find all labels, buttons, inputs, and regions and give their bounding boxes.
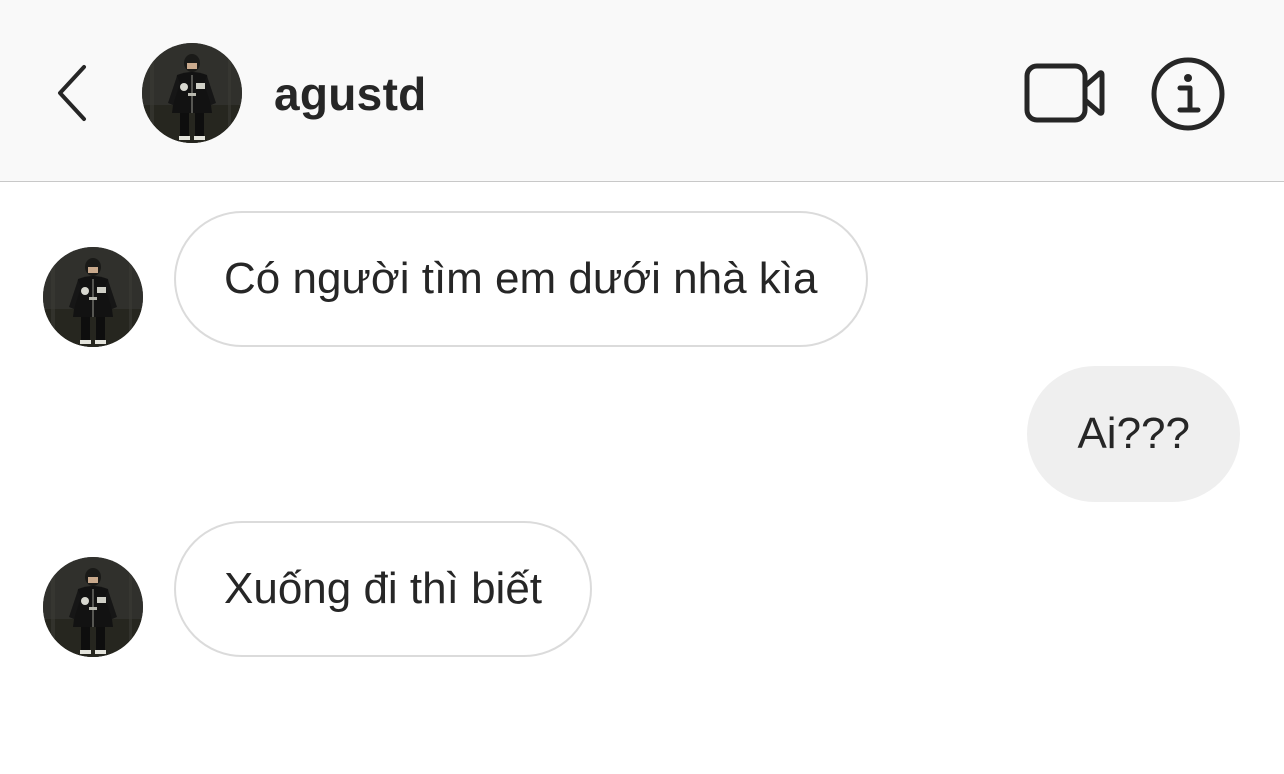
- video-call-button[interactable]: [1020, 56, 1110, 130]
- sender-avatar[interactable]: [43, 557, 143, 657]
- chevron-left-icon: [58, 65, 86, 121]
- received-message-bubble[interactable]: Xuống đi thì biết: [174, 521, 593, 657]
- header-avatar[interactable]: [142, 43, 242, 143]
- video-camera-icon: [1024, 63, 1105, 123]
- chat-header: agustd: [0, 0, 1284, 182]
- back-button[interactable]: [44, 58, 100, 128]
- received-message-bubble[interactable]: Có người tìm em dưới nhà kìa: [174, 211, 868, 347]
- message-text: Có người tìm em dưới nhà kìa: [224, 254, 818, 303]
- info-button[interactable]: [1148, 54, 1228, 134]
- sent-message-bubble[interactable]: Ai???: [1027, 366, 1240, 502]
- chat-username[interactable]: agustd: [274, 62, 427, 126]
- info-circle-icon: [1151, 57, 1225, 131]
- sender-avatar[interactable]: [43, 247, 143, 347]
- message-text: Xuống đi thì biết: [224, 564, 543, 613]
- message-text: Ai???: [1077, 409, 1190, 458]
